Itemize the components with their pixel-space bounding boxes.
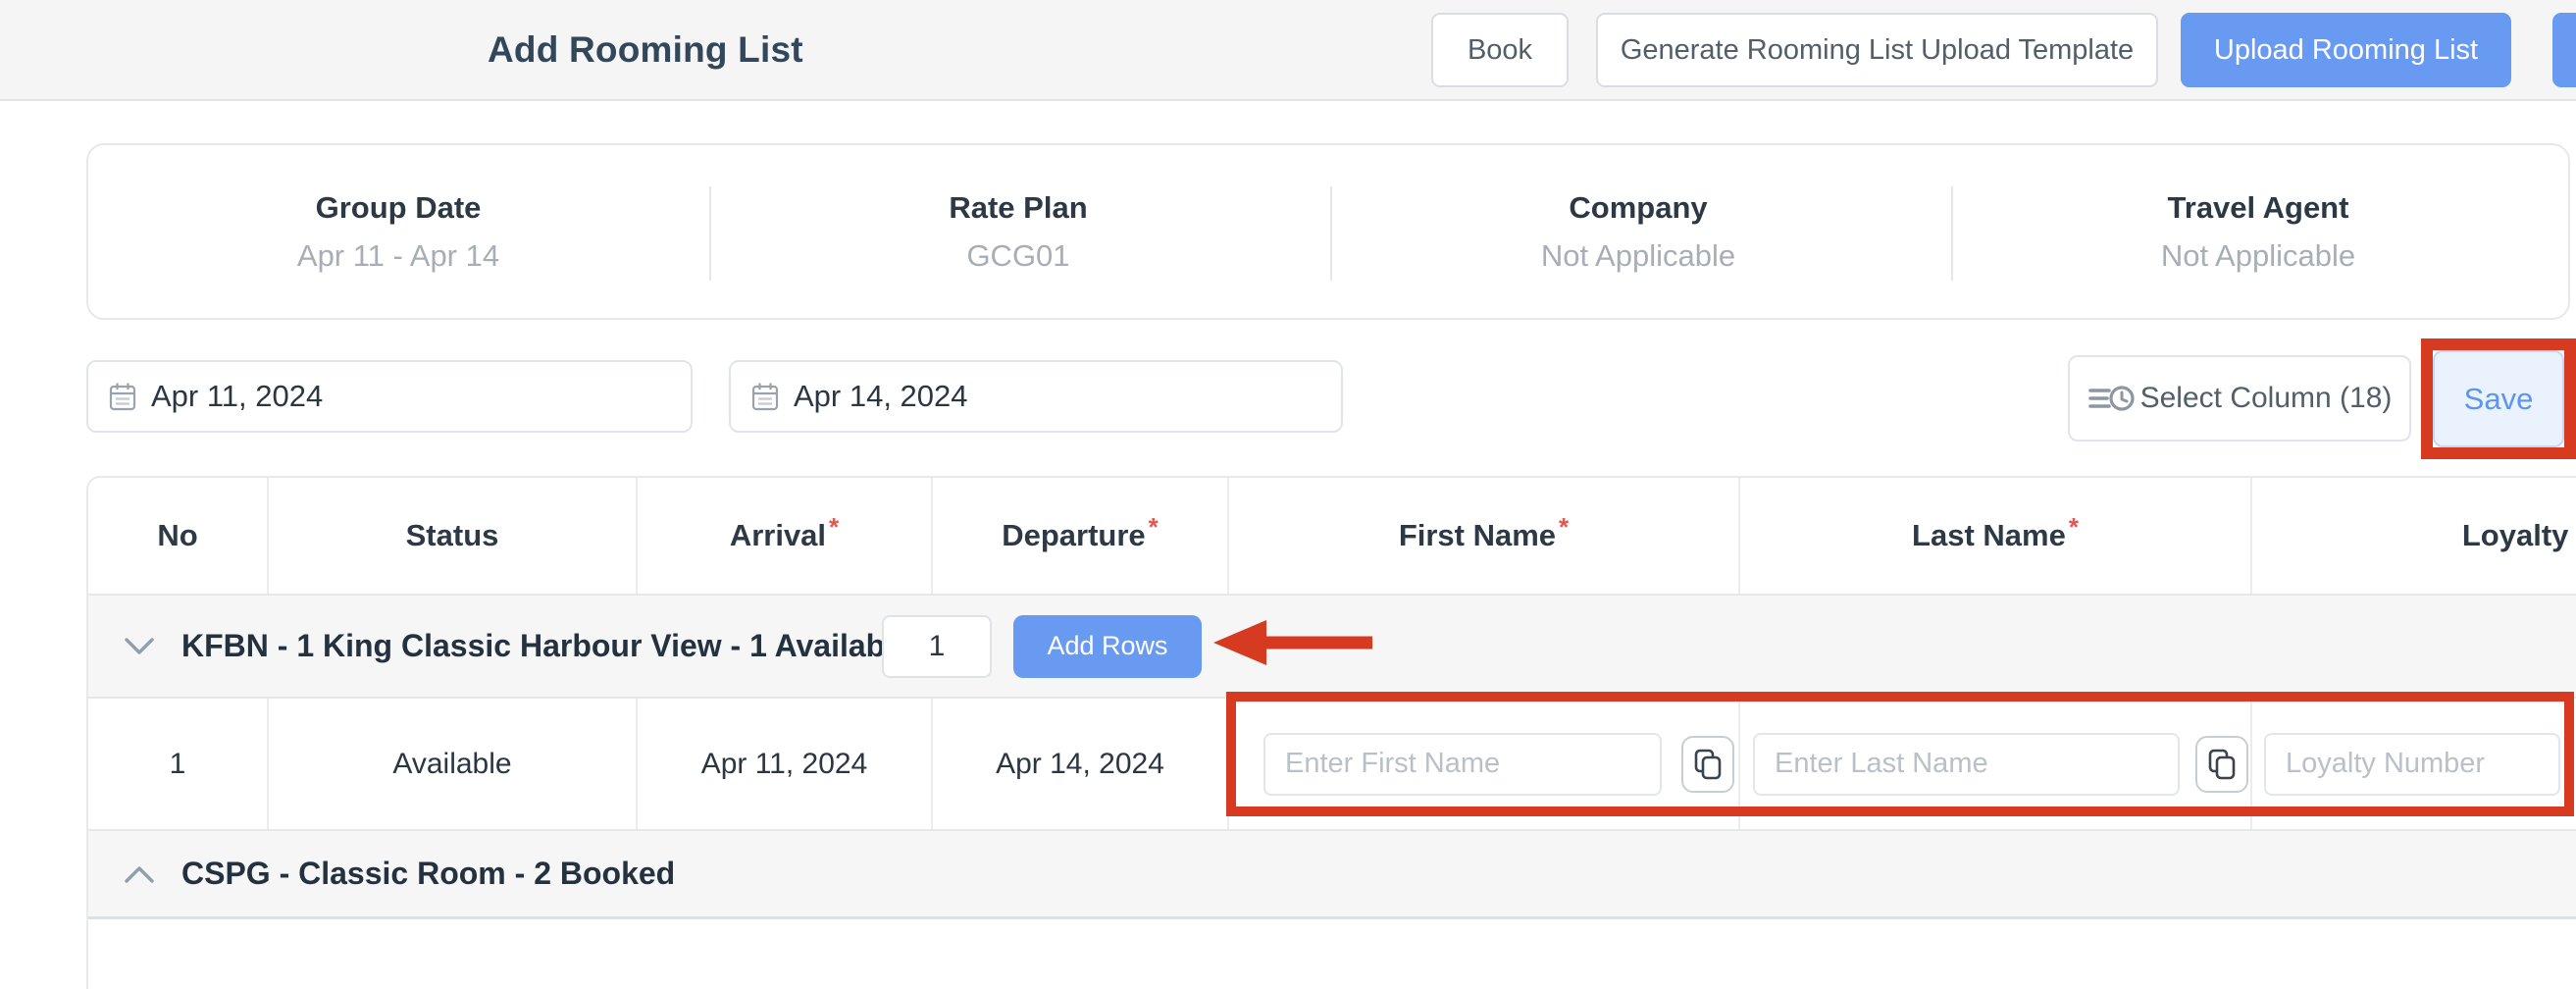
summary-group-date: Group Date Apr 11 - Apr 14 — [88, 145, 708, 318]
generate-rooming-list-template-button[interactable]: Generate Rooming List Upload Template — [1596, 13, 2158, 87]
copy-last-name-button[interactable] — [2195, 736, 2248, 793]
copy-first-name-button[interactable] — [1681, 736, 1734, 793]
add-rows-count-input[interactable] — [882, 615, 992, 678]
column-header-last-name: Last Name* — [1740, 478, 2252, 594]
select-column-button[interactable]: Select Column (18) — [2068, 355, 2411, 442]
book-button[interactable]: Book — [1431, 13, 1569, 87]
cell-arrival[interactable]: Apr 11, 2024 — [638, 699, 933, 829]
table-header-row: No Status Arrival* Departure* First Name… — [88, 478, 2576, 596]
summary-label: Rate Plan — [949, 190, 1087, 226]
divider — [709, 186, 711, 281]
expand-group-button[interactable] — [120, 855, 159, 894]
chevron-down-icon — [125, 638, 154, 655]
summary-rate-plan: Rate Plan GCG01 — [708, 145, 1328, 318]
save-button[interactable]: Save — [2433, 350, 2564, 447]
copy-icon — [2208, 749, 2236, 780]
cell-last-name — [1740, 699, 2252, 829]
summary-label: Group Date — [316, 190, 482, 226]
add-rows-button[interactable]: Add Rows — [1013, 615, 1202, 678]
guest-row: 1 Available Apr 11, 2024 Apr 14, 2024 — [88, 699, 2576, 831]
cell-first-name — [1229, 699, 1740, 829]
rooming-list-table: No Status Arrival* Departure* First Name… — [86, 476, 2576, 989]
required-marker: * — [829, 512, 839, 543]
clipped-edge-button[interactable] — [2552, 13, 2576, 87]
required-marker: * — [1149, 512, 1159, 543]
first-name-input[interactable] — [1263, 733, 1662, 796]
calendar-icon — [751, 382, 779, 411]
required-marker: * — [1559, 512, 1569, 543]
room-group-row-cspg: CSPG - Classic Room - 2 Booked — [88, 831, 2576, 919]
room-group-row-kfbn: KFBN - 1 King Classic Harbour View - 1 A… — [88, 596, 2576, 699]
arrival-date-value: Apr 11, 2024 — [151, 379, 323, 414]
arrival-date-picker[interactable]: Apr 11, 2024 — [86, 360, 693, 433]
select-column-label: Select Column (18) — [2140, 382, 2393, 415]
collapse-group-button[interactable] — [120, 627, 159, 666]
column-header-first-name: First Name* — [1229, 478, 1740, 594]
column-header-departure: Departure* — [933, 478, 1229, 594]
column-header-loyalty-number: Loyalty Number — [2252, 478, 2576, 594]
divider — [1951, 186, 1953, 281]
summary-label: Company — [1569, 190, 1707, 226]
required-marker: * — [2069, 512, 2079, 543]
select-column-icon — [2087, 382, 2137, 415]
summary-value: GCG01 — [966, 238, 1069, 274]
cell-departure[interactable]: Apr 14, 2024 — [933, 699, 1229, 829]
copy-icon — [1694, 749, 1722, 780]
cell-no: 1 — [88, 699, 269, 829]
column-header-no: No — [88, 478, 269, 594]
table-empty-area — [88, 919, 2576, 989]
column-header-arrival: Arrival* — [638, 478, 933, 594]
save-highlight-annotation: Save — [2421, 338, 2576, 459]
room-group-title: CSPG - Classic Room - 2 Booked — [181, 856, 675, 892]
top-bar: Add Rooming List Book Generate Rooming L… — [0, 0, 2576, 101]
cell-status: Available — [269, 699, 638, 829]
column-header-status: Status — [269, 478, 638, 594]
room-group-title: KFBN - 1 King Classic Harbour View - 1 A… — [181, 628, 911, 664]
add-rooming-list-screen: Add Rooming List Book Generate Rooming L… — [0, 0, 2576, 989]
departure-date-picker[interactable]: Apr 14, 2024 — [729, 360, 1343, 433]
summary-value: Not Applicable — [1541, 238, 1735, 274]
summary-travel-agent: Travel Agent Not Applicable — [1948, 145, 2568, 318]
chevron-up-icon — [125, 865, 154, 883]
last-name-input[interactable] — [1753, 733, 2180, 796]
divider — [1330, 186, 1332, 281]
cell-loyalty-number — [2252, 699, 2576, 829]
group-summary-card: Group Date Apr 11 - Apr 14 Rate Plan GCG… — [86, 143, 2570, 320]
summary-company: Company Not Applicable — [1328, 145, 1948, 318]
summary-value: Not Applicable — [2161, 238, 2355, 274]
summary-value: Apr 11 - Apr 14 — [297, 238, 499, 274]
page-title: Add Rooming List — [488, 0, 803, 99]
departure-date-value: Apr 14, 2024 — [794, 379, 968, 414]
calendar-icon — [109, 382, 136, 411]
upload-rooming-list-button[interactable]: Upload Rooming List — [2181, 13, 2511, 87]
summary-label: Travel Agent — [2168, 190, 2349, 226]
loyalty-number-input[interactable] — [2264, 733, 2560, 796]
